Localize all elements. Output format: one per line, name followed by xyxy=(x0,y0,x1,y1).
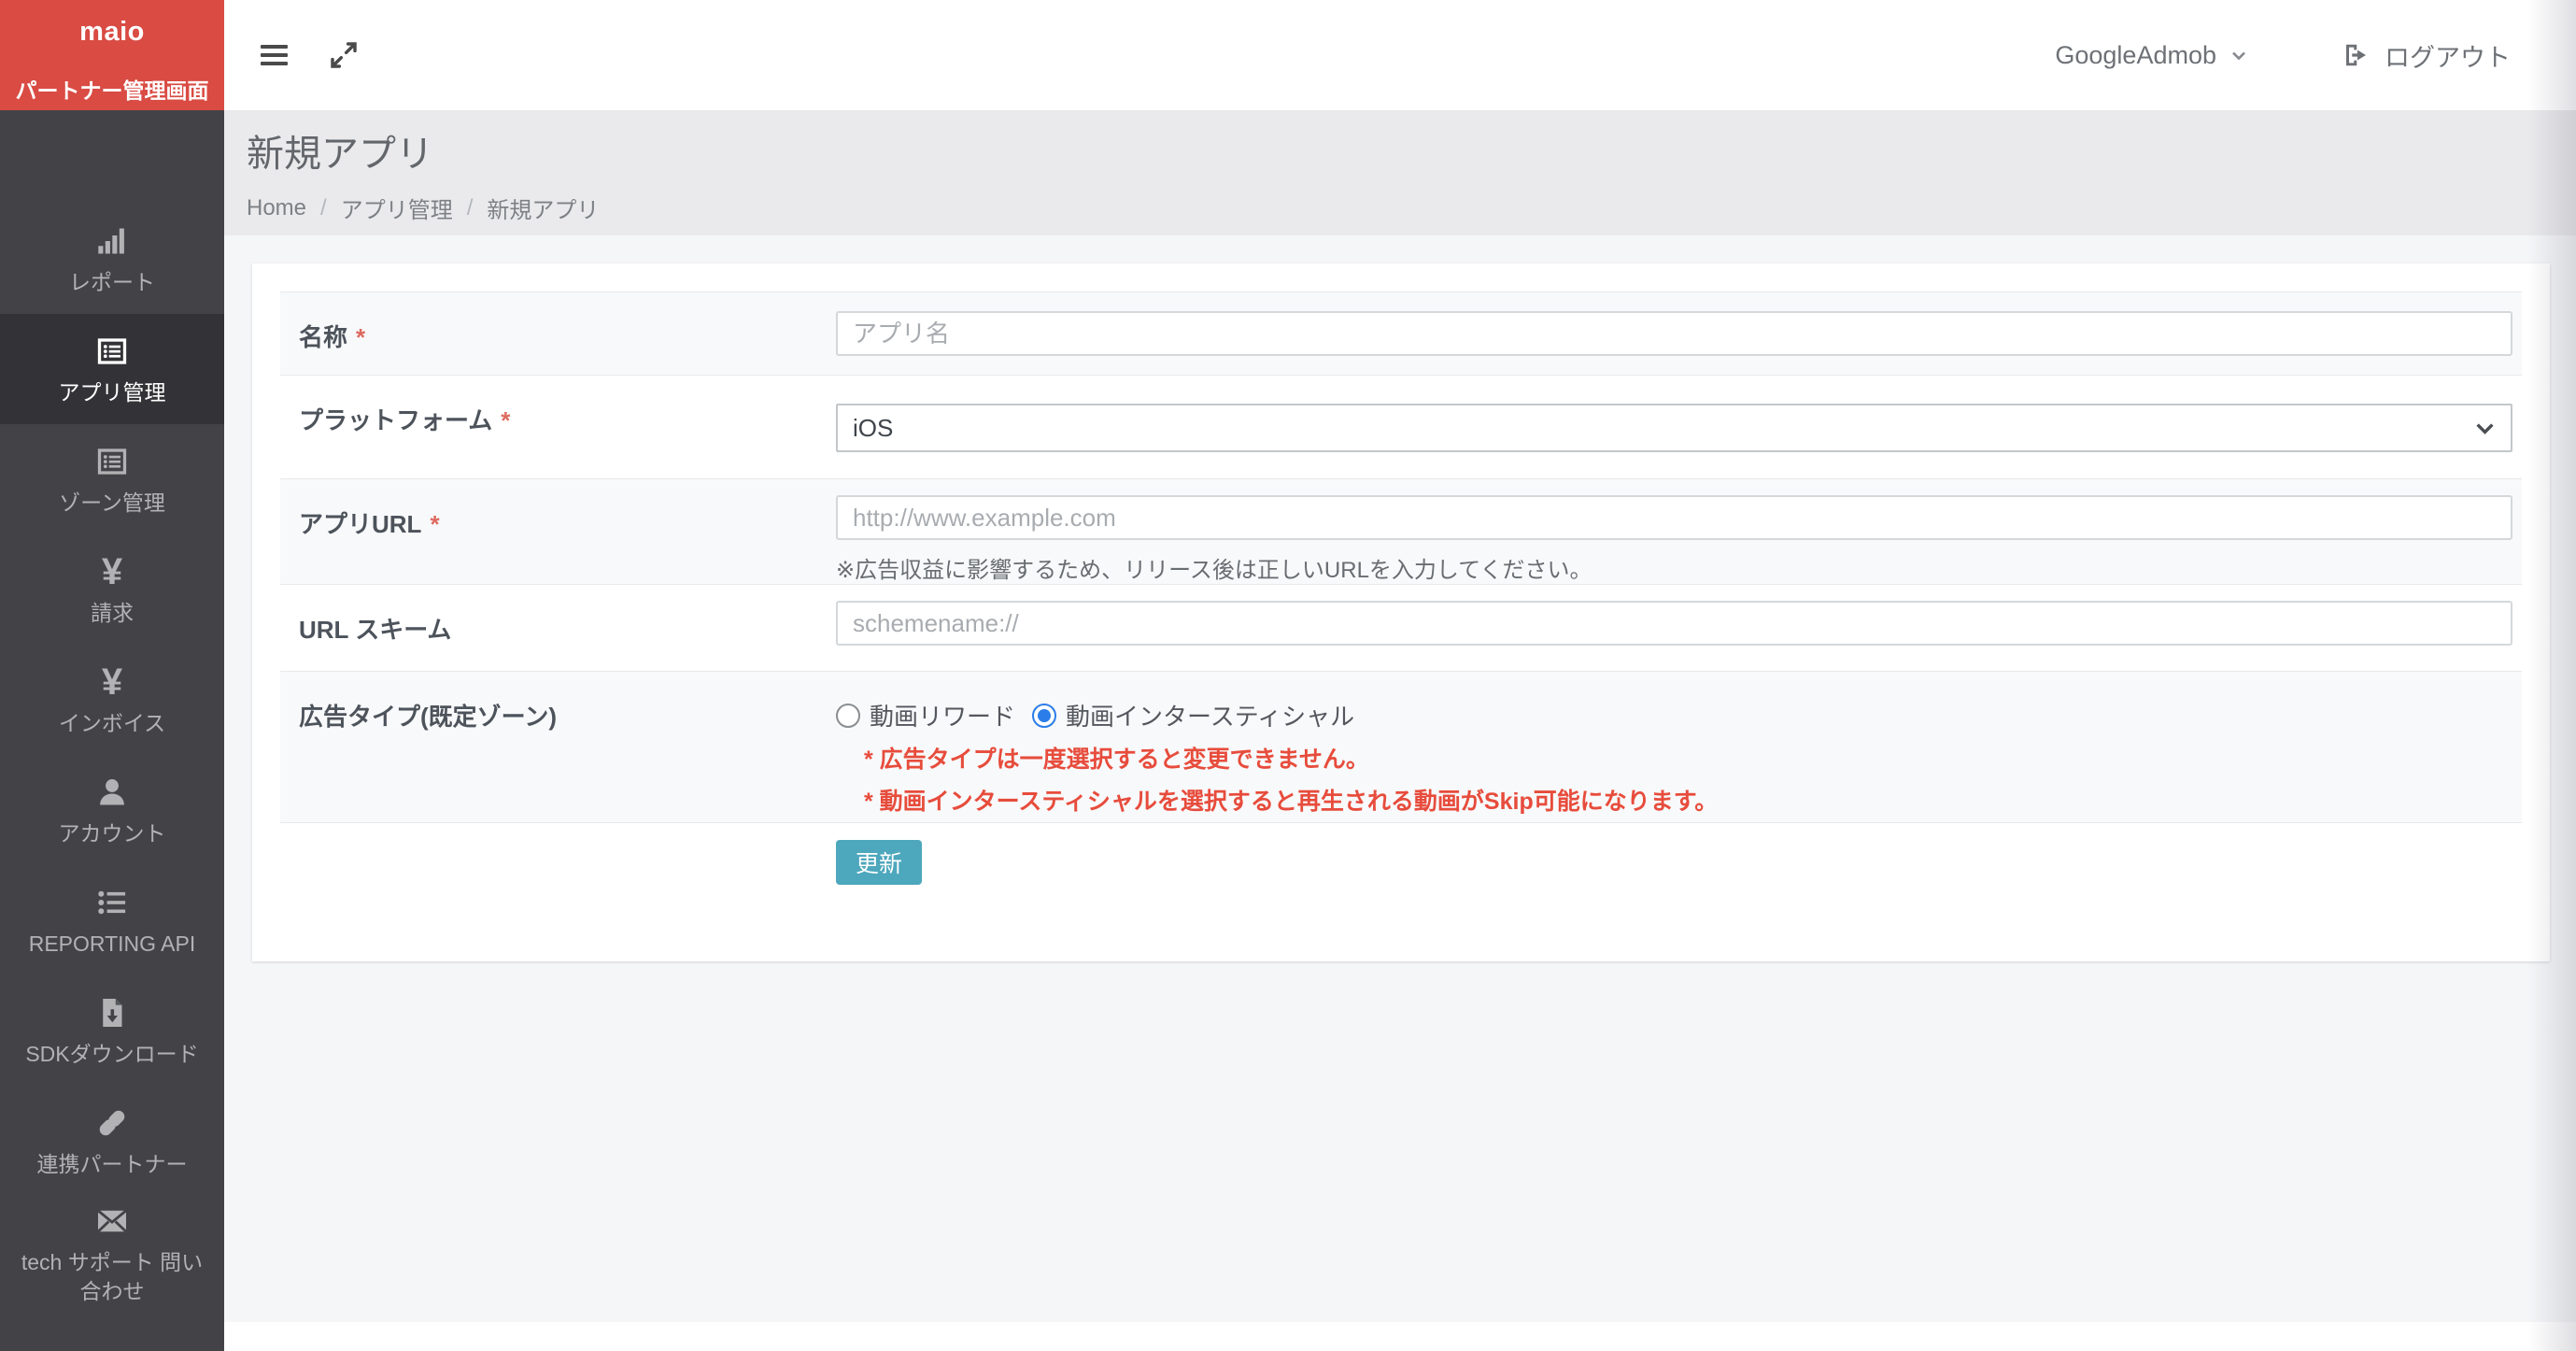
breadcrumb-item-0[interactable]: Home xyxy=(247,195,306,221)
breadcrumb-item-2: 新規アプリ xyxy=(487,192,599,224)
chevron-down-icon xyxy=(2216,44,2250,66)
breadcrumb: Home / アプリ管理 / 新規アプリ xyxy=(247,192,2576,224)
fullscreen-toggle-button[interactable] xyxy=(329,40,359,70)
sidebar-item-label: レポート xyxy=(69,268,155,297)
form-row-name: 名称* xyxy=(280,292,2522,375)
envelope-icon xyxy=(95,1202,129,1241)
topbar: GoogleAdmob ログアウト xyxy=(224,0,2576,110)
sidebar-item-label: 連携パートナー xyxy=(37,1150,188,1179)
sidebar-item-sdk-download[interactable]: SDKダウンロード xyxy=(0,975,224,1086)
sidebar-item-label: インボイス xyxy=(59,709,165,738)
sign-out-icon xyxy=(2342,41,2385,69)
ad-type-warning: * 広告タイプは一度選択すると変更できません。 xyxy=(864,745,2522,775)
logout-label: ログアウト xyxy=(2385,37,2511,74)
app-name-input[interactable] xyxy=(836,311,2512,356)
yen-icon: ¥ xyxy=(102,552,122,591)
page-header: 新規アプリ Home / アプリ管理 / 新規アプリ xyxy=(224,110,2576,235)
sidebar-item-label: tech サポート 問い合わせ xyxy=(17,1248,208,1306)
sidebar-item-account[interactable]: アカウント xyxy=(0,755,224,865)
radio-selected-icon xyxy=(1032,704,1056,728)
sidebar-item-label: ゾーン管理 xyxy=(59,489,165,518)
sidebar-item-label: アプリ管理 xyxy=(59,378,166,407)
sidebar-item-linked-partner[interactable]: 連携パートナー xyxy=(0,1086,224,1196)
url-scheme-input[interactable] xyxy=(836,601,2512,646)
ad-type-radio-1[interactable]: 動画インタースティシャル xyxy=(1032,698,1354,732)
sidebar-item-zone-management[interactable]: ゾーン管理 xyxy=(0,424,224,534)
ad-type-options: 動画リワード 動画インタースティシャル xyxy=(836,698,2522,732)
app-url-label: アプリURL* xyxy=(280,479,836,584)
file-download-icon xyxy=(95,993,129,1032)
breadcrumb-separator: / xyxy=(320,195,327,221)
yen-icon: ¥ xyxy=(102,662,122,702)
brand: maio パートナー管理画面 xyxy=(0,0,224,110)
logout-button[interactable]: ログアウト xyxy=(2342,37,2511,74)
user-icon xyxy=(95,773,129,812)
radio-unselected-icon xyxy=(836,704,860,728)
account-menu[interactable]: GoogleAdmob xyxy=(2055,41,2250,70)
form-row-app-url: アプリURL* ※広告収益に影響するため、リリース後は正しいURLを入力してくだ… xyxy=(280,478,2522,584)
breadcrumb-item-1[interactable]: アプリ管理 xyxy=(341,192,453,224)
app-url-note: ※広告収益に影響するため、リリース後は正しいURLを入力してください。 xyxy=(836,551,2522,584)
required-asterisk: * xyxy=(501,406,510,434)
sidebar-item-label: 請求 xyxy=(91,599,134,628)
sidebar-item-invoice[interactable]: ¥ インボイス xyxy=(0,645,224,755)
ad-type-radio-label: 動画リワード xyxy=(870,698,1015,732)
form-row-url-scheme: URL スキーム xyxy=(280,584,2522,671)
name-label: 名称* xyxy=(280,292,836,375)
sidebar-item-reporting-api[interactable]: REPORTING API xyxy=(0,865,224,975)
required-asterisk: * xyxy=(430,510,439,538)
sidebar: maio パートナー管理画面 レポートアプリ管理ゾーン管理 ¥ 請求 ¥ インボイスアカ… xyxy=(0,0,224,1351)
list-panel-icon xyxy=(95,332,129,371)
sidebar-item-billing[interactable]: ¥ 請求 xyxy=(0,534,224,645)
account-menu-label: GoogleAdmob xyxy=(2055,41,2216,70)
new-app-form-card: 名称* プラットフォーム* iOS アプリURL* xyxy=(252,263,2550,961)
required-asterisk: * xyxy=(356,323,365,351)
list-panel-icon xyxy=(95,442,129,481)
content-area: 名称* プラットフォーム* iOS アプリURL* xyxy=(224,235,2576,1322)
sidebar-nav: レポートアプリ管理ゾーン管理 ¥ 請求 ¥ インボイスアカウント REPORTING AP… xyxy=(0,204,224,1312)
brand-subtitle: パートナー管理画面 xyxy=(0,73,224,105)
ad-type-radio-0[interactable]: 動画リワード xyxy=(836,698,1015,732)
form-row-submit: 更新 xyxy=(280,822,2522,936)
ad-type-radio-label: 動画インタースティシャル xyxy=(1066,698,1354,732)
page-title: 新規アプリ xyxy=(247,123,2576,178)
sidebar-item-report[interactable]: レポート xyxy=(0,204,224,314)
menu-toggle-button[interactable] xyxy=(259,35,290,76)
link-icon xyxy=(95,1103,129,1143)
ad-type-label: 広告タイプ(既定ゾーン) xyxy=(280,672,836,822)
sidebar-item-label: SDKダウンロード xyxy=(25,1040,198,1069)
form-row-ad-type: 広告タイプ(既定ゾーン) 動画リワード 動画インタースティシャル * 広告タイプは… xyxy=(280,671,2522,822)
footer xyxy=(224,1322,2576,1351)
platform-label: プラットフォーム* xyxy=(280,376,836,478)
form-row-platform: プラットフォーム* iOS xyxy=(280,375,2522,478)
url-scheme-label: URL スキーム xyxy=(280,585,836,671)
ad-type-warning: * 動画インタースティシャルを選択すると再生される動画がSkip可能になります。 xyxy=(864,787,2522,817)
list-bullets-icon xyxy=(95,883,129,922)
expand-arrows-icon xyxy=(329,40,359,70)
breadcrumb-separator: / xyxy=(467,195,474,221)
bar-chart-icon xyxy=(95,221,129,261)
sidebar-item-tech-support[interactable]: tech サポート 問い合わせ xyxy=(0,1196,224,1312)
brand-logo: maio xyxy=(0,17,224,48)
sidebar-item-label: REPORTING API xyxy=(29,930,196,959)
platform-select[interactable]: iOS xyxy=(836,404,2512,452)
sidebar-item-label: アカウント xyxy=(59,819,166,848)
update-button[interactable]: 更新 xyxy=(836,840,922,885)
app-url-input[interactable] xyxy=(836,495,2512,540)
sidebar-item-app-management[interactable]: アプリ管理 xyxy=(0,314,224,424)
